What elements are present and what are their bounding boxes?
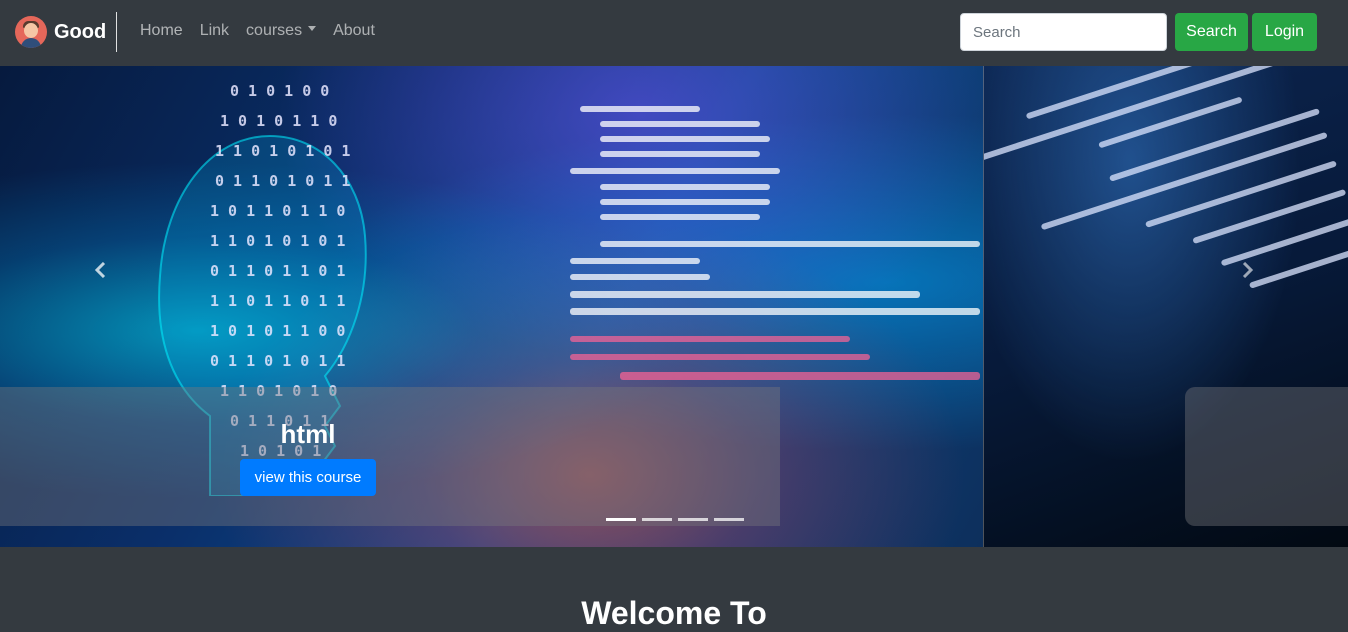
code-background-image-next (977, 66, 1348, 288)
brand-name: Good (54, 20, 107, 43)
carousel-indicator-2[interactable] (642, 518, 672, 521)
nav-link-home[interactable]: Home (140, 22, 183, 40)
svg-text:1 0 1 0 1 1 0: 1 0 1 0 1 1 0 (220, 112, 337, 130)
navbar: Good Home Link courses About Search Logi… (0, 0, 1348, 66)
caption-overlay-next (1185, 387, 1348, 526)
caret-down-icon (308, 26, 317, 32)
carousel: 0 1 0 1 0 0 1 0 1 0 1 1 0 1 1 0 1 0 1 0 … (0, 66, 1348, 547)
brand-divider (116, 12, 117, 52)
svg-text:0 1 0 1 0 0: 0 1 0 1 0 0 (230, 82, 329, 100)
search-button[interactable]: Search (1175, 13, 1248, 51)
code-background-image (570, 106, 980, 380)
nav-links: Home Link courses About (140, 22, 392, 40)
svg-text:1 1 0 1 0 1 0 1: 1 1 0 1 0 1 0 1 (210, 232, 345, 250)
carousel-indicator-3[interactable] (678, 518, 708, 521)
svg-text:1 1 0 1 0 1 0 1: 1 1 0 1 0 1 0 1 (215, 142, 350, 160)
search-input[interactable] (960, 13, 1167, 51)
svg-text:0 1 1 0 1 0 1 1: 0 1 1 0 1 0 1 1 (215, 172, 350, 190)
carousel-caption-title: html (280, 419, 336, 449)
brand[interactable]: Good (15, 16, 106, 48)
caption-overlay (0, 387, 780, 526)
carousel-indicator-4[interactable] (714, 518, 744, 521)
carousel-indicator-1[interactable] (606, 518, 636, 521)
login-button[interactable]: Login (1252, 13, 1317, 51)
view-course-button[interactable]: view this course (240, 459, 376, 496)
avatar-icon (15, 16, 47, 48)
nav-dropdown-courses[interactable]: courses (246, 22, 317, 40)
nav-link-about[interactable]: About (333, 22, 375, 40)
welcome-section: Welcome To (0, 547, 1348, 631)
nav-dropdown-courses-label: courses (246, 22, 303, 39)
svg-text:0 1 1 0 1 0 1 1: 0 1 1 0 1 0 1 1 (210, 352, 345, 370)
chevron-left-icon[interactable] (93, 262, 109, 278)
svg-text:1 0 1 0 1 1 0 0: 1 0 1 0 1 1 0 0 (210, 322, 345, 340)
svg-text:1 1 0 1 1 0 1 1: 1 1 0 1 1 0 1 1 (210, 292, 345, 310)
carousel-indicators (606, 518, 750, 521)
welcome-title: Welcome To (581, 595, 767, 631)
svg-text:0 1 1 0 1 1 0 1: 0 1 1 0 1 1 0 1 (210, 262, 345, 280)
chevron-right-icon[interactable] (1239, 262, 1255, 278)
svg-text:1 0 1 1 0 1 1 0: 1 0 1 1 0 1 1 0 (210, 202, 345, 220)
nav-link-link[interactable]: Link (200, 22, 229, 40)
